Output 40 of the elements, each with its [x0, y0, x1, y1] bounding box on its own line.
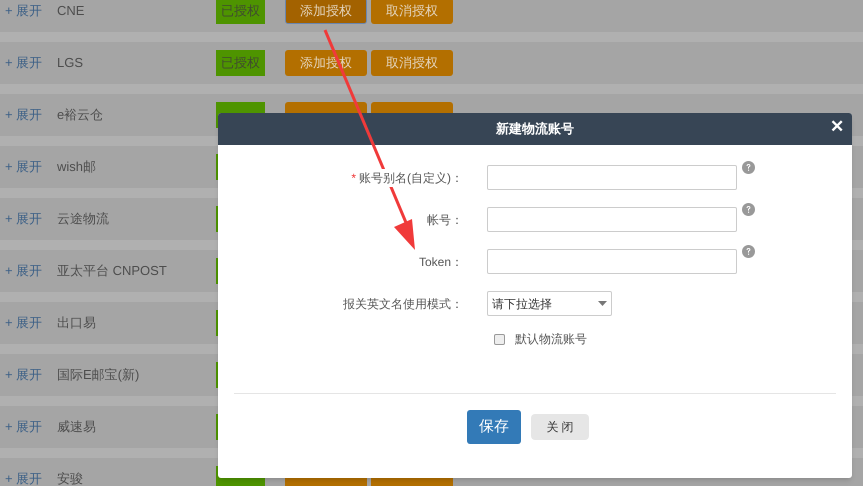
carrier-name: 国际E邮宝(新)	[57, 366, 140, 384]
caret-icon	[598, 301, 607, 306]
checkbox-label: 默认物流账号	[515, 331, 587, 348]
carrier-name: 威速易	[57, 418, 97, 436]
help-icon[interactable]	[742, 161, 755, 174]
dropdown[interactable]: 请下拉选择	[487, 291, 612, 316]
carrier-name: CNE	[57, 2, 86, 20]
carrier-name: wish邮	[57, 158, 98, 176]
expand-link[interactable]: + 展开	[5, 1, 57, 21]
status-badge: 已授权	[216, 50, 265, 76]
carrier-name: LGS	[57, 54, 84, 72]
expand-link[interactable]: + 展开	[5, 209, 57, 229]
text-field[interactable]	[487, 207, 737, 232]
help-icon[interactable]	[742, 245, 755, 258]
expand-link[interactable]: + 展开	[5, 105, 57, 125]
expand-link[interactable]: + 展开	[5, 261, 57, 281]
text-field[interactable]	[487, 165, 737, 190]
carrier-name: 出口易	[57, 314, 97, 332]
required-mark: *	[351, 170, 356, 186]
save-button[interactable]: 保存	[467, 410, 521, 444]
expand-link[interactable]: + 展开	[5, 157, 57, 177]
authorize-button[interactable]: 取消授权	[371, 50, 453, 76]
dialog-title: 新建物流账号	[496, 120, 574, 138]
expand-link[interactable]: + 展开	[5, 417, 57, 437]
expand-link[interactable]: + 展开	[5, 313, 57, 333]
carrier-name: 亚太平台 CNPOST	[57, 262, 168, 280]
checkbox[interactable]	[494, 334, 505, 344]
expand-link[interactable]: + 展开	[5, 469, 57, 486]
close-button[interactable]: ✕	[830, 118, 844, 135]
carrier-name: 云途物流	[57, 210, 110, 228]
expand-link[interactable]: + 展开	[5, 53, 57, 73]
text-field[interactable]	[487, 249, 737, 274]
authorize-button[interactable]: 取消授权	[371, 0, 453, 24]
close-dialog-button[interactable]: 关 闭	[531, 414, 589, 440]
carrier-name: e裕云仓	[57, 106, 104, 124]
help-icon[interactable]	[742, 203, 755, 216]
authorize-button[interactable]: 添加授权	[285, 0, 367, 24]
carrier-name: 安骏	[57, 470, 84, 486]
status-badge: 已授权	[216, 0, 265, 24]
expand-link[interactable]: + 展开	[5, 365, 57, 385]
